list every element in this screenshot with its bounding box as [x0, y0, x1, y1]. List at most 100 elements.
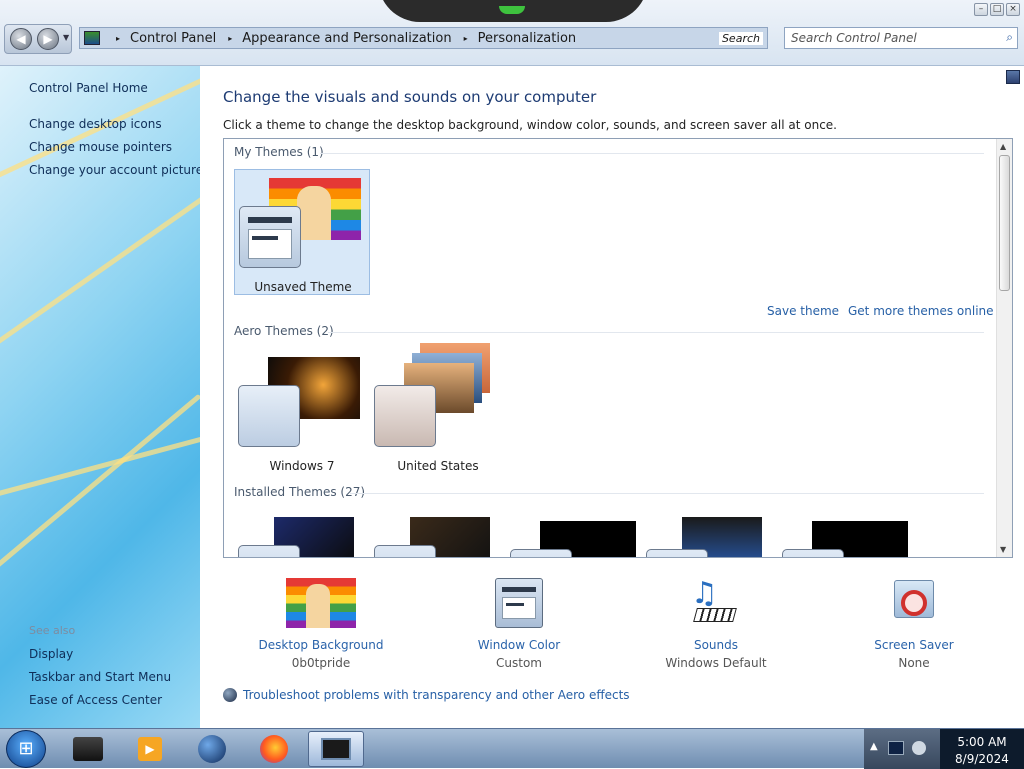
window-color-value: Custom — [496, 656, 542, 670]
personalization-app-icon — [321, 738, 351, 760]
window-color-setting[interactable]: Window Color Custom — [449, 578, 589, 670]
music-notes-icon: ♫ — [681, 576, 751, 628]
window-color-swatch — [374, 385, 436, 447]
media-player-icon: ▶ — [138, 737, 162, 761]
sidebar-item-mouse-pointers[interactable]: Change mouse pointers — [29, 140, 172, 154]
get-more-themes-link[interactable]: Get more themes online — [848, 304, 994, 318]
installed-theme-thumbnail[interactable] — [642, 509, 778, 557]
page-subtitle: Click a theme to change the desktop back… — [223, 118, 837, 132]
breadcrumb-personalization[interactable]: Personalization — [478, 31, 577, 46]
sounds-label[interactable]: Sounds — [646, 638, 786, 652]
minimize-button[interactable]: – — [974, 3, 988, 16]
window-title-bar: – □ × ◀ ▶ ▼ ▸ Control Panel ▸ Appearance… — [0, 0, 1024, 66]
close-button[interactable]: × — [1006, 3, 1020, 16]
window-color-swatch — [646, 549, 708, 557]
taskbar-app-desktop[interactable] — [60, 731, 116, 767]
window-color-label[interactable]: Window Color — [449, 638, 589, 652]
back-arrow-icon[interactable]: ◀ — [10, 28, 32, 50]
desktop-gadget-notch — [378, 0, 648, 22]
breadcrumb-separator: ▸ — [228, 33, 233, 43]
firefox-icon — [260, 735, 288, 763]
wallpaper-streak — [0, 418, 200, 501]
theme-united-states[interactable]: United States — [370, 343, 506, 475]
screen-saver-value: None — [898, 656, 930, 670]
breadcrumb-control-panel[interactable]: Control Panel — [130, 31, 216, 46]
history-chevron-icon[interactable]: ▼ — [63, 33, 69, 42]
clock-date: 8/9/2024 — [955, 752, 1009, 766]
window-color-swatch — [238, 545, 300, 557]
taskbar-app-personalization[interactable] — [308, 731, 364, 767]
sidebar-item-desktop-icons[interactable]: Change desktop icons — [29, 117, 162, 131]
volume-icon[interactable] — [912, 741, 926, 755]
address-bar[interactable]: ▸ Control Panel ▸ Appearance and Persona… — [79, 27, 768, 49]
scrollbar-thumb[interactable] — [999, 155, 1010, 291]
group-divider — [320, 153, 984, 154]
taskbar-app-media-player[interactable]: ▶ — [122, 731, 178, 767]
sidebar: Control Panel Home Change desktop icons … — [0, 66, 200, 728]
save-theme-link[interactable]: Save theme — [767, 304, 839, 318]
search-icon[interactable]: ⌕ — [1006, 30, 1013, 45]
breadcrumb-separator: ▸ — [116, 33, 121, 43]
desktop-background-label[interactable]: Desktop Background — [251, 638, 391, 652]
main-content: Change the visuals and sounds on your co… — [200, 66, 1024, 728]
control-panel-icon — [84, 31, 100, 45]
taskbar-app-internet[interactable] — [184, 731, 240, 767]
installed-theme-thumbnail[interactable] — [506, 509, 642, 557]
theme-list-scrollbar[interactable]: ▲ ▼ — [996, 139, 1012, 557]
group-installed-themes: Installed Themes (27) — [234, 485, 366, 499]
sidebar-item-control-panel-home[interactable]: Control Panel Home — [29, 81, 148, 95]
troubleshoot-label[interactable]: Troubleshoot problems with transparency … — [243, 688, 630, 702]
nav-buttons: ◀ ▶ ▼ — [4, 24, 72, 54]
taskbar: ⊞ ▶ ▲ 5:00 AM 8/9/2024 — [0, 728, 1024, 769]
address-search-label[interactable]: Search — [718, 31, 763, 45]
cartoon-face — [297, 186, 331, 240]
help-icon[interactable] — [1006, 70, 1020, 84]
theme-unsaved[interactable]: Unsaved Theme — [234, 169, 370, 295]
system-tray: ▲ 5:00 AM 8/9/2024 — [864, 729, 1024, 769]
theme-windows-7[interactable]: Windows 7 — [234, 349, 370, 475]
group-my-themes: My Themes (1) — [234, 145, 324, 159]
scroll-up-arrow-icon[interactable]: ▲ — [1000, 142, 1006, 151]
screen-saver-setting[interactable]: Screen Saver None — [844, 578, 984, 670]
sidebar-item-ease-of-access[interactable]: Ease of Access Center — [29, 693, 162, 707]
theme-list: My Themes (1) Unsaved Theme Save theme G… — [223, 138, 1013, 558]
window-color-swatch — [510, 549, 572, 557]
window-color-swatch — [239, 206, 301, 268]
maximize-button[interactable]: □ — [990, 3, 1004, 16]
troubleshoot-link[interactable]: Troubleshoot problems with transparency … — [223, 688, 630, 702]
rainbow-wallpaper-icon — [286, 578, 356, 628]
installed-theme-thumbnail[interactable] — [778, 509, 914, 557]
wallpaper-streak — [0, 393, 200, 591]
group-divider — [328, 332, 984, 333]
breadcrumb-appearance[interactable]: Appearance and Personalization — [242, 31, 451, 46]
network-icon[interactable] — [888, 741, 904, 755]
sounds-setting[interactable]: ♫ Sounds Windows Default — [646, 576, 786, 670]
clock[interactable]: 5:00 AM 8/9/2024 — [940, 729, 1024, 769]
start-button[interactable]: ⊞ — [6, 730, 46, 768]
scroll-down-arrow-icon[interactable]: ▼ — [1000, 545, 1006, 554]
forward-arrow-icon[interactable]: ▶ — [37, 28, 59, 50]
window-color-swatch — [238, 385, 300, 447]
green-indicator — [499, 6, 525, 14]
screen-saver-label[interactable]: Screen Saver — [844, 638, 984, 652]
no-screensaver-icon — [879, 578, 949, 628]
tray-expand-icon[interactable]: ▲ — [870, 741, 878, 752]
desktop-background-setting[interactable]: Desktop Background 0b0tpride — [251, 578, 391, 670]
sidebar-item-display[interactable]: Display — [29, 647, 73, 661]
globe-icon — [223, 688, 237, 702]
installed-theme-thumbnail[interactable] — [370, 509, 506, 557]
theme-label: Unsaved Theme — [254, 280, 352, 294]
sidebar-item-account-picture[interactable]: Change your account picture — [29, 163, 200, 177]
desktop-background-value: 0b0tpride — [291, 656, 351, 670]
wallpaper-streak — [0, 182, 200, 371]
see-also-heading: See also — [29, 624, 76, 637]
desktop-app-icon — [73, 737, 103, 761]
search-input[interactable]: Search Control Panel ⌕ — [784, 27, 1018, 49]
sidebar-item-taskbar[interactable]: Taskbar and Start Menu — [29, 670, 171, 684]
installed-theme-thumbnail[interactable] — [234, 509, 370, 557]
group-aero-themes: Aero Themes (2) — [234, 324, 334, 338]
window-color-swatch — [782, 549, 844, 557]
page-title: Change the visuals and sounds on your co… — [223, 88, 597, 106]
taskbar-app-firefox[interactable] — [246, 731, 302, 767]
search-placeholder: Search Control Panel — [791, 31, 917, 45]
